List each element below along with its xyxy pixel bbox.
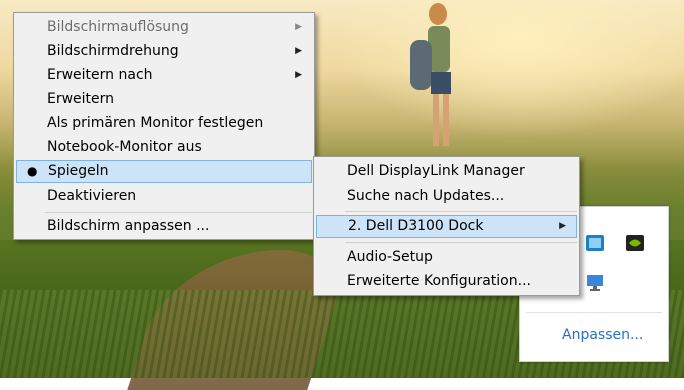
menu-separator — [345, 211, 577, 212]
menu-item-bildschirmdrehung[interactable]: Bildschirmdrehung ▶ — [16, 40, 312, 63]
menu-item-displaylink-manager[interactable]: Dell DisplayLink Manager — [316, 160, 577, 183]
menu-item-label: Als primären Monitor festlegen — [47, 115, 264, 131]
menu-item-label: Bildschirm anpassen ... — [47, 218, 210, 234]
wallpaper-hiker-figure — [410, 3, 451, 146]
submenu-arrow-icon: ▶ — [295, 46, 302, 56]
displaylink-submenu: Dell DisplayLink Manager Suche nach Upda… — [313, 156, 580, 296]
desktop-context-menu: Bildschirmauflösung ▶ Bildschirmdrehung … — [13, 12, 315, 240]
menu-item-label: Spiegeln — [48, 163, 109, 179]
menu-item-label: Erweitern nach — [47, 67, 153, 83]
menu-item-label: Bildschirmauflösung — [47, 19, 189, 35]
menu-item-erweiterte-konfiguration[interactable]: Erweiterte Konfiguration... — [316, 270, 577, 293]
menu-item-bildschirm-anpassen[interactable]: Bildschirm anpassen ... — [16, 215, 312, 238]
menu-separator — [45, 212, 312, 213]
menu-item-label: Notebook-Monitor aus — [47, 139, 202, 155]
tray-separator — [526, 312, 662, 313]
menu-item-erweitern[interactable]: Erweitern — [16, 88, 312, 111]
checked-bullet-icon: ● — [27, 164, 38, 178]
menu-item-label: 2. Dell D3100 Dock — [348, 218, 484, 234]
anpassen-link[interactable]: Anpassen... — [562, 327, 643, 343]
menu-item-suche-updates[interactable]: Suche nach Updates... — [316, 185, 577, 208]
menu-item-label: Erweitern — [47, 91, 115, 107]
submenu-arrow-icon: ▶ — [295, 70, 302, 80]
menu-item-label: Bildschirmdrehung — [47, 43, 179, 59]
menu-item-dell-d3100-dock[interactable]: 2. Dell D3100 Dock ▶ — [316, 215, 577, 238]
network-monitor-icon[interactable] — [584, 273, 606, 293]
menu-item-deaktivieren[interactable]: Deaktivieren — [16, 185, 312, 208]
submenu-arrow-icon: ▶ — [295, 22, 302, 32]
menu-item-bildschirmaufloesung[interactable]: Bildschirmauflösung ▶ — [16, 16, 312, 39]
submenu-arrow-icon: ▶ — [559, 221, 566, 231]
menu-item-label: Audio-Setup — [347, 249, 433, 265]
intel-graphics-icon[interactable] — [584, 233, 606, 253]
menu-item-audio-setup[interactable]: Audio-Setup — [316, 246, 577, 269]
menu-separator — [345, 242, 577, 243]
menu-item-notebook-monitor-aus[interactable]: Notebook-Monitor aus — [16, 136, 312, 159]
menu-item-label: Dell DisplayLink Manager — [347, 163, 525, 179]
menu-item-label: Erweiterte Konfiguration... — [347, 273, 531, 289]
menu-item-label: Deaktivieren — [47, 188, 137, 204]
nvidia-icon[interactable] — [624, 233, 646, 253]
menu-item-primary-monitor[interactable]: Als primären Monitor festlegen — [16, 112, 312, 135]
menu-item-label: Suche nach Updates... — [347, 188, 505, 204]
menu-item-erweitern-nach[interactable]: Erweitern nach ▶ — [16, 64, 312, 87]
menu-item-spiegeln[interactable]: ● Spiegeln — [16, 160, 312, 183]
